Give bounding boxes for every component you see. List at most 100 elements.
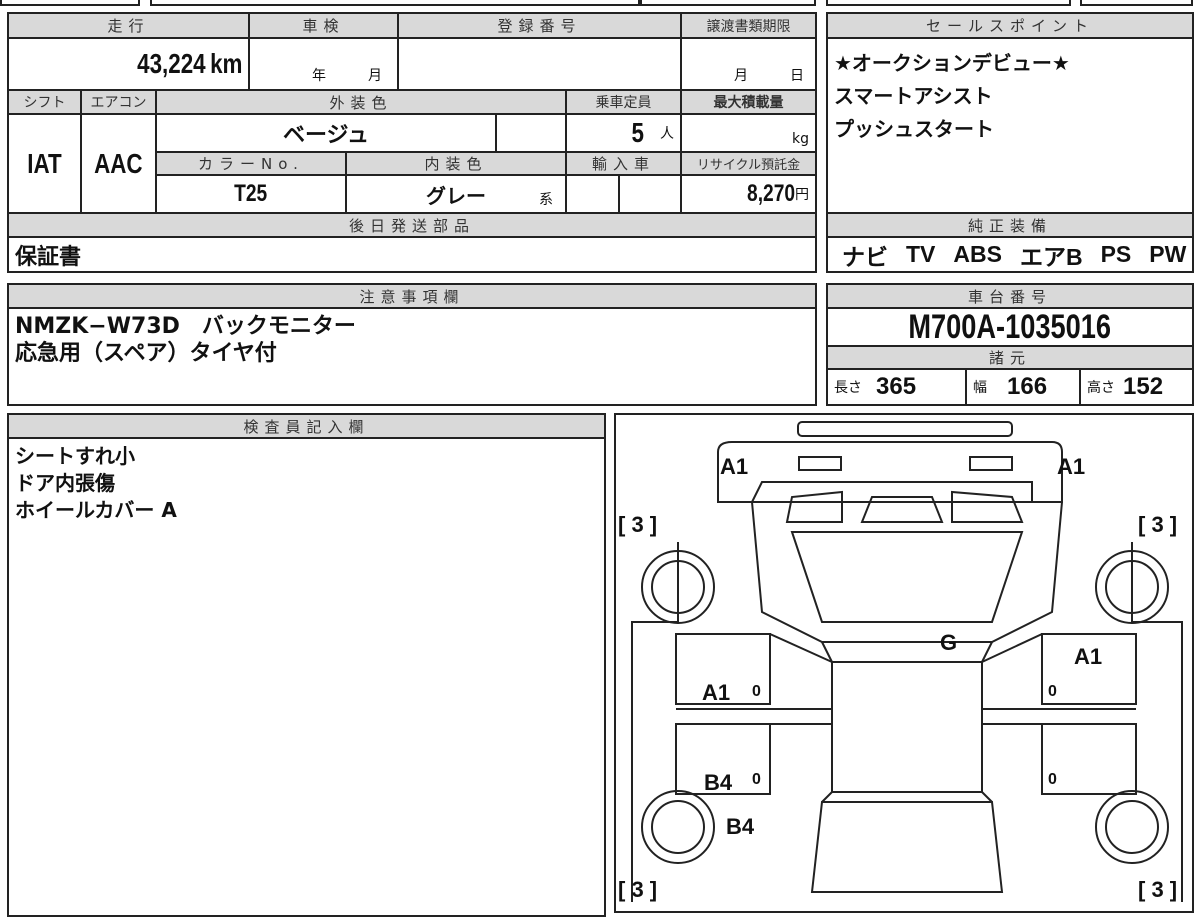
transfer-label: 譲渡書類期限 — [680, 12, 817, 39]
mark-left-rear-door: B4 — [704, 770, 733, 795]
car-outline-icon: A1 A1 [ 3 ] [ 3 ] [ 3 ] [ 3 ] G A1 A1 B4… — [618, 421, 1183, 902]
exterior-color-value: ベージュ — [155, 113, 497, 153]
color-no-text: T25 — [234, 180, 268, 207]
length-value: 365 — [876, 373, 917, 400]
transfer-value: 月日 — [680, 37, 817, 91]
inspector-body: シートすれ小 ドア内張傷 ホイールカバー A — [7, 437, 606, 917]
equipment-label: 純正装備 — [826, 212, 1194, 238]
interior-color-label: 内装色 — [345, 151, 567, 176]
color-no-value: T25 — [155, 174, 347, 214]
equipment-item: ABS — [953, 241, 1002, 267]
interior-color-text: グレー — [426, 185, 486, 208]
shift-value: IAT — [7, 113, 82, 214]
registration-label: 登録番号 — [397, 12, 682, 39]
mark-zero: 0 — [752, 771, 761, 788]
inspector-label: 検査員記入欄 — [7, 413, 606, 439]
chassis-number: M700A-1035016 — [908, 307, 1112, 346]
import-value-2 — [618, 174, 682, 214]
width-value: 166 — [1007, 373, 1048, 400]
equipment-list: ナビ TV ABS エアB PS PW — [826, 236, 1194, 273]
sales-point-item: ★オークションデビュー★ — [834, 51, 1070, 75]
inspector-line: ドア内張傷 — [15, 471, 115, 495]
car-diagram: A1 A1 [ 3 ] [ 3 ] [ 3 ] [ 3 ] G A1 A1 B4… — [614, 413, 1194, 913]
spec-length: 長さ 365 — [826, 368, 967, 406]
equipment-item: TV — [906, 241, 936, 267]
spec-width: 幅 166 — [965, 368, 1081, 406]
import-value-1 — [565, 174, 620, 214]
odometer-unit: km — [209, 48, 242, 79]
spec-height: 高さ 152 — [1079, 368, 1194, 406]
top-cell — [640, 0, 816, 6]
color-no-label: カラーNo. — [155, 151, 347, 176]
capacity-unit: 人 — [660, 125, 674, 141]
exterior-extra — [495, 113, 567, 153]
top-cell — [0, 0, 140, 6]
day-unit: 日 — [790, 68, 804, 84]
mark-left-rear: B4 — [726, 814, 755, 839]
mark-zero: 0 — [752, 683, 761, 700]
shift-text: IAT — [27, 147, 62, 179]
mark-wheel: [ 3 ] — [618, 877, 657, 902]
height-value: 152 — [1123, 373, 1164, 400]
registration-value — [397, 37, 682, 91]
inspection-label: 車検 — [248, 12, 399, 39]
aircon-text: AAC — [94, 147, 143, 179]
aircon-value: AAC — [80, 113, 157, 214]
odometer-label: 走行 — [7, 12, 250, 39]
mark-front-right: A1 — [1057, 454, 1085, 479]
specs-label: 諸元 — [826, 345, 1194, 370]
mark-wheel: [ 3 ] — [618, 512, 657, 537]
month-unit: 月 — [368, 68, 382, 84]
max-load-value: kg — [680, 113, 817, 153]
mark-wheel: [ 3 ] — [1138, 877, 1177, 902]
chassis-label: 車台番号 — [826, 283, 1194, 309]
mark-zero: 0 — [1048, 771, 1057, 788]
shift-label: シフト — [7, 89, 82, 115]
inspector-line: シートすれ小 — [15, 444, 135, 468]
inspection-value: 年月 — [248, 37, 399, 91]
notes-body: NMZK−W73D バックモニター 応急用（スペア）タイヤ付 — [7, 307, 817, 406]
equipment-item: エアB — [1019, 243, 1083, 270]
interior-color-value: グレー 系 — [345, 174, 567, 214]
sales-point-item: プッシュスタート — [834, 117, 994, 141]
width-label: 幅 — [973, 380, 987, 396]
recycle-number: 8,270 — [746, 180, 795, 207]
mark-left-front-door: A1 — [702, 680, 730, 705]
month-unit: 月 — [734, 68, 748, 84]
odometer-number: 43,224 — [137, 48, 206, 79]
mark-front-left: A1 — [720, 454, 748, 479]
exterior-color-label: 外装色 — [155, 89, 567, 115]
max-load-label: 最大積載量 — [680, 89, 817, 115]
odometer-value: 43,224 km — [7, 37, 250, 91]
sales-point-item: スマートアシスト — [834, 84, 993, 108]
later-parts-value: 保証書 — [7, 236, 817, 273]
mark-zero: 0 — [1048, 683, 1057, 700]
capacity-label: 乗車定員 — [565, 89, 682, 115]
top-cell — [1080, 0, 1193, 6]
top-cell — [150, 0, 640, 6]
mark-wheel: [ 3 ] — [1138, 512, 1177, 537]
height-label: 高さ — [1087, 380, 1115, 396]
capacity-number: 5 — [631, 117, 645, 148]
equipment-item: ナビ — [842, 243, 888, 270]
mark-right-door: A1 — [1074, 644, 1102, 669]
sales-points-label: セールスポイント — [826, 12, 1194, 39]
aircon-label: エアコン — [80, 89, 157, 115]
later-parts-label: 後日発送部品 — [7, 212, 817, 238]
interior-suffix: 系 — [539, 191, 553, 207]
sales-points-list: ★オークションデビュー★ スマートアシスト プッシュスタート — [826, 37, 1194, 214]
year-unit: 年 — [312, 68, 326, 84]
note-line: 応急用（スペア）タイヤ付 — [15, 341, 277, 366]
inspector-line: ホイールカバー A — [15, 498, 177, 522]
import-label: 輸入車 — [565, 151, 682, 176]
equipment-item: PW — [1149, 241, 1187, 267]
equipment-item: PS — [1100, 241, 1132, 267]
chassis-value: M700A-1035016 — [826, 307, 1194, 347]
length-label: 長さ — [834, 380, 862, 396]
recycle-value: 8,270 円 — [680, 174, 817, 214]
capacity-value: 5人 — [565, 113, 682, 153]
recycle-label: リサイクル預託金 — [680, 151, 817, 176]
recycle-unit: 円 — [795, 186, 809, 202]
notes-label: 注意事項欄 — [7, 283, 817, 309]
note-line: NMZK−W73D バックモニター — [15, 314, 356, 339]
